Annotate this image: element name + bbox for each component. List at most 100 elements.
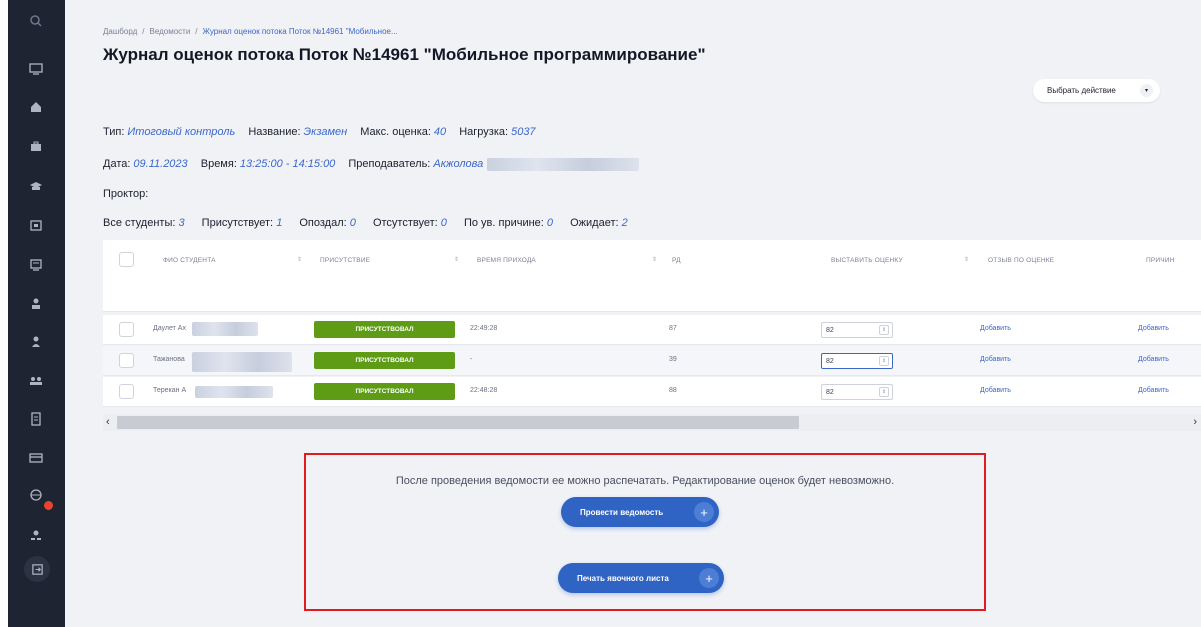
attendance-status-button[interactable]: ПРИСУТСТВОВАЛ bbox=[314, 352, 455, 369]
graduation-cap-icon[interactable] bbox=[27, 177, 45, 195]
add-feedback-link[interactable]: Добавить bbox=[980, 387, 1011, 394]
users-icon[interactable] bbox=[27, 295, 45, 313]
stat-present-value[interactable]: 1 bbox=[276, 217, 282, 229]
document-icon[interactable] bbox=[27, 410, 45, 428]
breadcrumb-statements[interactable]: Ведомости bbox=[149, 27, 190, 36]
load-value: 5037 bbox=[511, 126, 536, 138]
globe-icon[interactable] bbox=[27, 486, 45, 504]
chevron-down-icon: ▾ bbox=[1140, 84, 1153, 97]
stat-all-value[interactable]: 3 bbox=[178, 217, 184, 229]
add-reason-link[interactable]: Добавить bbox=[1138, 387, 1169, 394]
grades-table: ФИО СТУДЕНТА ⇕ ПРИСУТСТВИЕ ⇕ ВРЕМЯ ПРИХО… bbox=[103, 240, 1201, 433]
table-row[interactable]: Даулет Ах ПРИСУТСТВОВАЛ 22:49:28 87 82 ⇕ … bbox=[103, 315, 1201, 345]
redacted-name bbox=[192, 352, 292, 372]
sort-icon[interactable]: ⇕ bbox=[964, 256, 969, 263]
logout-icon[interactable] bbox=[24, 556, 50, 582]
grade-value: 82 bbox=[826, 326, 834, 334]
stat-late-value[interactable]: 0 bbox=[350, 217, 356, 229]
rd-value: 87 bbox=[669, 325, 677, 332]
redacted-name bbox=[192, 322, 258, 336]
grade-input[interactable]: 82 ⇕ bbox=[821, 384, 893, 400]
calendar-icon[interactable] bbox=[27, 216, 45, 234]
briefcase-icon[interactable] bbox=[27, 138, 45, 156]
conduct-statement-button[interactable]: Провести ведомость + bbox=[561, 497, 719, 527]
header-arrival-time[interactable]: ВРЕМЯ ПРИХОДА bbox=[477, 257, 536, 264]
stepper-icon[interactable]: ⇕ bbox=[879, 325, 889, 335]
main-content: Дашборд / Ведомости / Журнал оценок потока П… bbox=[65, 0, 1201, 627]
add-reason-link[interactable]: Добавить bbox=[1138, 356, 1169, 363]
row-checkbox[interactable] bbox=[119, 322, 134, 337]
conduct-statement-label: Провести ведомость bbox=[580, 507, 664, 517]
sort-icon[interactable]: ⇕ bbox=[652, 256, 657, 263]
search-icon[interactable] bbox=[27, 12, 45, 30]
attendance-status-button[interactable]: ПРИСУТСТВОВАЛ bbox=[314, 321, 455, 338]
time-label: Время: bbox=[200, 158, 237, 171]
add-feedback-link[interactable]: Добавить bbox=[980, 356, 1011, 363]
type-value: Итоговый контроль bbox=[127, 126, 236, 138]
header-rd[interactable]: РД bbox=[672, 257, 681, 264]
attendance-status-button[interactable]: ПРИСУТСТВОВАЛ bbox=[314, 383, 455, 400]
plus-icon: + bbox=[699, 568, 719, 588]
select-action-label: Выбрать действие bbox=[1047, 86, 1116, 95]
stat-excused-label: По ув. причине: bbox=[463, 217, 544, 229]
sort-icon[interactable]: ⇕ bbox=[297, 256, 302, 263]
grade-value: 82 bbox=[826, 357, 834, 365]
scroll-right-icon[interactable]: › bbox=[1193, 416, 1197, 428]
stepper-icon[interactable]: ⇕ bbox=[879, 356, 889, 366]
screen-icon[interactable] bbox=[27, 256, 45, 274]
table-row[interactable]: Тажанова ПРИСУТСТВОВАЛ - 39 82 ⇕ Добавить… bbox=[103, 346, 1201, 376]
select-action-button[interactable]: Выбрать действие ▾ bbox=[1033, 79, 1160, 102]
breadcrumb-dashboard[interactable]: Дашборд bbox=[103, 27, 137, 36]
arrival-time: 22:48:28 bbox=[470, 387, 498, 394]
header-student-name[interactable]: ФИО СТУДЕНТА bbox=[163, 257, 216, 264]
student-name: Тажанова bbox=[153, 356, 185, 363]
card-icon[interactable] bbox=[27, 449, 45, 467]
stat-excused-value[interactable]: 0 bbox=[547, 217, 553, 229]
grade-input[interactable]: 82 ⇕ bbox=[821, 353, 893, 369]
user-icon[interactable] bbox=[27, 333, 45, 351]
grade-input[interactable]: 82 ⇕ bbox=[821, 322, 893, 338]
rd-value: 88 bbox=[669, 387, 677, 394]
header-attendance[interactable]: ПРИСУТСТВИЕ bbox=[320, 257, 370, 264]
redacted-name bbox=[195, 386, 273, 398]
student-name: Даулет Ах bbox=[153, 325, 186, 332]
arrival-time: 22:49:28 bbox=[470, 325, 498, 332]
breadcrumb: Дашборд / Ведомости / Журнал оценок потока П… bbox=[103, 27, 398, 36]
scroll-left-icon[interactable]: ‹ bbox=[106, 416, 110, 428]
stat-waiting-value[interactable]: 2 bbox=[622, 217, 628, 229]
header-reason[interactable]: ПРИЧИН bbox=[1146, 257, 1175, 264]
attendance-stats: Все студенты: 3 Присутствует: 1 Опоздал:… bbox=[103, 217, 642, 229]
row-checkbox[interactable] bbox=[119, 384, 134, 399]
home-icon[interactable] bbox=[27, 98, 45, 116]
info-line-type: Тип: Итоговый контроль Название: Экзамен М… bbox=[103, 126, 546, 138]
student-name: Терекан А bbox=[153, 387, 187, 394]
horizontal-scrollbar[interactable]: ‹ › bbox=[103, 414, 1201, 431]
add-feedback-link[interactable]: Добавить bbox=[980, 325, 1011, 332]
stat-absent-value[interactable]: 0 bbox=[441, 217, 447, 229]
monitor-icon[interactable] bbox=[27, 60, 45, 78]
add-reason-link[interactable]: Добавить bbox=[1138, 325, 1169, 332]
header-set-grade[interactable]: ВЫСТАВИТЬ ОЦЕНКУ bbox=[831, 257, 903, 264]
stat-waiting-label: Ожидает: bbox=[570, 217, 619, 229]
stat-absent-label: Отсутствует: bbox=[372, 217, 438, 229]
profile-icon[interactable] bbox=[27, 526, 45, 544]
sort-icon[interactable]: ⇕ bbox=[454, 256, 459, 263]
max-grade-value: 40 bbox=[433, 126, 447, 138]
group-icon[interactable] bbox=[27, 372, 45, 390]
time-value: 13:25:00 - 14:15:00 bbox=[239, 158, 336, 171]
max-grade-label: Макс. оценка: bbox=[360, 126, 431, 138]
stat-all-label: Все студенты: bbox=[103, 217, 176, 229]
stepper-icon[interactable]: ⇕ bbox=[879, 387, 889, 397]
notification-dot bbox=[44, 501, 53, 510]
name-label: Название: bbox=[248, 126, 301, 138]
table-row[interactable]: Терекан А ПРИСУТСТВОВАЛ 22:48:28 88 82 ⇕ … bbox=[103, 377, 1201, 407]
print-attendance-button[interactable]: Печать явочного листа + bbox=[558, 563, 724, 593]
sidebar bbox=[8, 0, 65, 627]
teacher-value: Акжолова bbox=[433, 158, 484, 171]
row-checkbox[interactable] bbox=[119, 353, 134, 368]
scrollbar-thumb[interactable] bbox=[117, 416, 799, 429]
select-all-checkbox[interactable] bbox=[119, 252, 134, 267]
header-grade-feedback[interactable]: ОТЗЫВ ПО ОЦЕНКЕ bbox=[988, 257, 1054, 264]
grade-value: 82 bbox=[826, 388, 834, 396]
stat-late-label: Опоздал: bbox=[299, 217, 347, 229]
